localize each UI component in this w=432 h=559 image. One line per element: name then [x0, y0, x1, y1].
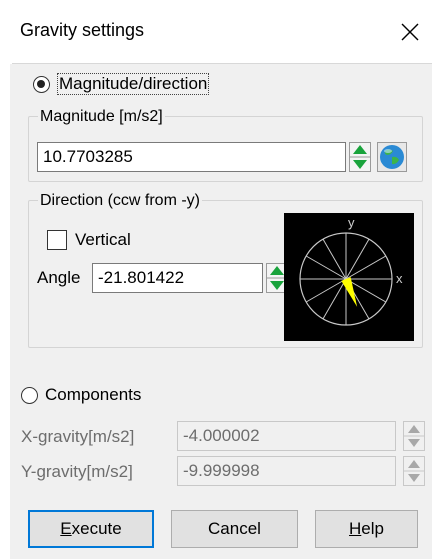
compass-x-label: x: [396, 271, 403, 286]
help-label: elp: [361, 519, 384, 538]
x-gravity-spinner[interactable]: [403, 421, 425, 451]
window-title: Gravity settings: [20, 20, 145, 40]
x-gravity-label: X-gravity[m/s2]: [21, 427, 135, 446]
components-radio[interactable]: Components: [21, 385, 141, 405]
compass-spoke: [305, 255, 347, 280]
gravity-settings-dialog: Gravity settings Magnitude/direction Mag…: [0, 0, 432, 559]
execute-button[interactable]: Execute: [28, 510, 154, 548]
y-gravity-label: Y-gravity[m/s2]: [21, 462, 133, 481]
radio-button-selected[interactable]: [33, 75, 50, 93]
magnitude-direction-label: Magnitude/direction: [57, 73, 210, 95]
compass-graphic: y x: [299, 215, 403, 326]
close-icon: [401, 23, 419, 41]
cancel-button[interactable]: Cancel: [171, 510, 298, 548]
help-mnemonic: H: [349, 519, 362, 538]
checkbox-unchecked[interactable]: [47, 230, 67, 250]
spinner-icon: [349, 142, 371, 172]
y-gravity-input[interactable]: [177, 456, 396, 486]
y-gravity-spinner[interactable]: [403, 456, 425, 486]
angle-input[interactable]: [92, 263, 263, 293]
spinner-icon: [403, 421, 425, 451]
magnitude-input[interactable]: [37, 142, 346, 172]
compass-spoke: [345, 255, 387, 280]
close-button[interactable]: [390, 10, 430, 54]
vertical-checkbox[interactable]: Vertical: [47, 230, 131, 250]
radio-button-unselected[interactable]: [21, 386, 38, 404]
help-button[interactable]: Help: [315, 510, 418, 548]
magnitude-direction-radio[interactable]: Magnitude/direction: [33, 73, 210, 95]
title-bar: Gravity settings: [10, 0, 432, 64]
compass-spoke: [305, 278, 347, 303]
compass-spoke: [345, 238, 370, 280]
magnitude-spinner[interactable]: [349, 142, 371, 172]
angle-label: Angle: [37, 268, 81, 287]
globe-button[interactable]: [377, 142, 407, 172]
magnitude-group-label: Magnitude [m/s2]: [38, 108, 165, 126]
gravity-direction-arrow: [341, 277, 358, 307]
globe-icon: [377, 142, 407, 172]
window-left-edge: [0, 0, 10, 559]
vertical-label: Vertical: [75, 230, 131, 249]
spinner-icon: [403, 456, 425, 486]
compass-spoke: [322, 278, 347, 320]
components-label: Components: [45, 385, 142, 404]
x-gravity-input[interactable]: [177, 421, 396, 451]
execute-mnemonic: E: [60, 519, 72, 538]
direction-compass[interactable]: y x: [284, 213, 414, 341]
cancel-label: Cancel: [208, 519, 261, 538]
compass-spoke: [322, 238, 347, 280]
execute-label: xecute: [71, 519, 122, 538]
compass-y-label: y: [348, 215, 355, 230]
direction-group-label: Direction (ccw from -y): [38, 192, 203, 210]
